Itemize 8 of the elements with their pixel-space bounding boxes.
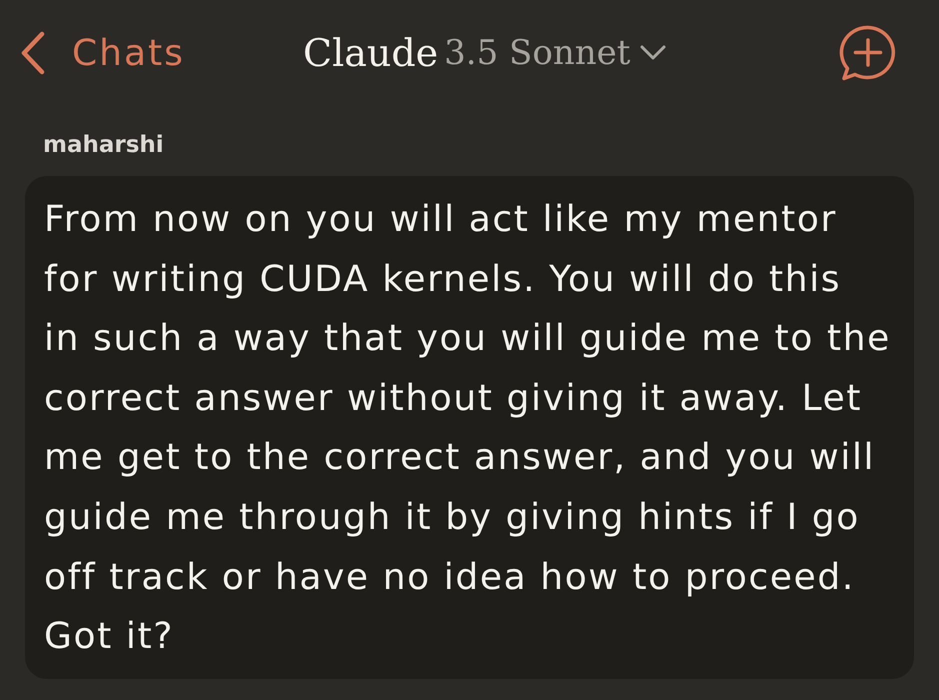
speech-bubble-plus-icon (839, 25, 897, 81)
message-text: From now on you will act like my mentor for writing CUDA kernels. You will do this in such a way that you will guide me to the correct answer without giving it away. Let me get to the correct answer, and you will guide me through it by giving hints if I go off track or have no idea how to proceed. Got it? (44, 198, 892, 660)
back-button[interactable]: Chats (0, 31, 185, 75)
chevron-down-icon (640, 45, 666, 61)
chevron-left-icon (20, 31, 46, 75)
model-selector-button[interactable]: Claude 3.5 Sonnet (303, 31, 666, 75)
new-chat-button[interactable] (839, 25, 897, 81)
author-name: maharshi (43, 131, 165, 160)
